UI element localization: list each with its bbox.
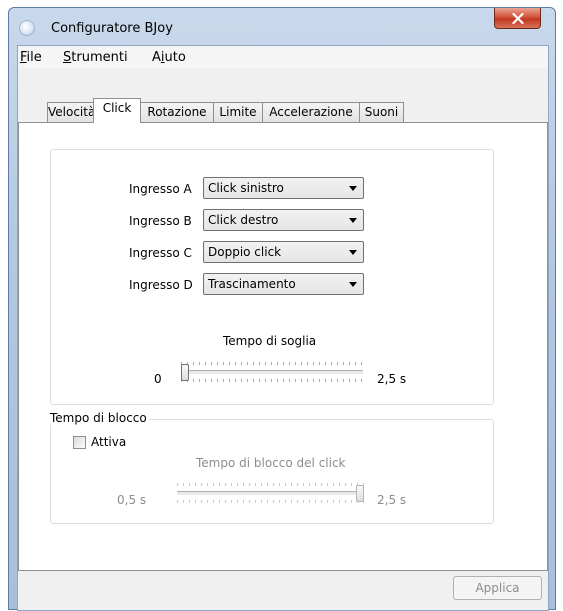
tab-accelerazione[interactable]: Accelerazione xyxy=(262,102,360,122)
input-c-value: Doppio click xyxy=(208,245,282,259)
main-window: Configuratore BJoy File Strumenti Aiuto … xyxy=(8,7,556,611)
close-button[interactable] xyxy=(494,8,541,29)
slider-ticks-top xyxy=(177,483,364,486)
input-a-combo[interactable]: Click sinistro xyxy=(203,177,364,199)
click-tab-panel: Ingresso A Click sinistro Ingresso B Cli… xyxy=(18,122,548,571)
close-icon xyxy=(511,12,524,24)
menu-aiuto[interactable]: Aiuto xyxy=(152,50,186,65)
slider-track xyxy=(177,491,364,496)
slider-ticks-bottom xyxy=(177,500,364,503)
menu-strumenti[interactable]: Strumenti xyxy=(63,50,128,65)
inputs-group: Ingresso A Click sinistro Ingresso B Cli… xyxy=(50,149,494,405)
slider-thumb xyxy=(356,485,364,502)
input-b-label: Ingresso B xyxy=(129,214,192,228)
app-icon xyxy=(19,20,35,36)
apply-button[interactable]: Applica xyxy=(453,576,542,600)
menu-file[interactable]: File xyxy=(20,50,42,65)
input-c-label: Ingresso C xyxy=(129,246,192,260)
lock-group: Tempo di blocco Attiva Tempo di blocco d… xyxy=(50,411,494,524)
slider-thumb[interactable] xyxy=(181,364,189,381)
tab-limite[interactable]: Limite xyxy=(213,102,263,122)
tab-suoni[interactable]: Suoni xyxy=(359,102,404,122)
window-title: Configuratore BJoy xyxy=(51,21,173,36)
slider-track xyxy=(181,370,363,375)
input-d-value: Trascinamento xyxy=(208,277,296,291)
threshold-min-label: 0 xyxy=(154,372,162,386)
chevron-down-icon xyxy=(349,250,357,255)
threshold-slider[interactable] xyxy=(181,360,363,384)
input-a-value: Click sinistro xyxy=(208,181,284,195)
input-a-label: Ingresso A xyxy=(129,182,192,196)
input-b-value: Click destro xyxy=(208,213,279,227)
client-area: File Strumenti Aiuto Velocità Click Rota… xyxy=(17,45,549,611)
lock-slider xyxy=(177,481,364,505)
lock-slider-title: Tempo di blocco del click xyxy=(196,456,346,470)
title-bar[interactable]: Configuratore BJoy xyxy=(9,8,555,45)
input-c-combo[interactable]: Doppio click xyxy=(203,241,364,263)
tab-velocita[interactable]: Velocità xyxy=(47,102,95,122)
tab-rotazione[interactable]: Rotazione xyxy=(140,102,214,122)
lock-max-label: 2,5 s xyxy=(377,493,407,507)
input-d-combo[interactable]: Trascinamento xyxy=(203,273,364,295)
menu-bar: File Strumenti Aiuto xyxy=(18,46,548,68)
chevron-down-icon xyxy=(349,218,357,223)
chevron-down-icon xyxy=(349,282,357,287)
lock-group-title: Tempo di blocco xyxy=(50,411,149,425)
input-b-combo[interactable]: Click destro xyxy=(203,209,364,231)
threshold-title: Tempo di soglia xyxy=(223,334,317,348)
lock-checkbox-label[interactable]: Attiva xyxy=(91,435,126,449)
tab-click[interactable]: Click xyxy=(93,98,141,123)
input-d-label: Ingresso D xyxy=(129,278,193,292)
slider-ticks-bottom xyxy=(181,379,363,382)
chevron-down-icon xyxy=(349,186,357,191)
slider-ticks-top xyxy=(181,362,363,365)
threshold-max-label: 2,5 s xyxy=(377,372,407,386)
lock-checkbox[interactable] xyxy=(73,436,86,449)
lock-min-label: 0,5 s xyxy=(117,493,147,507)
